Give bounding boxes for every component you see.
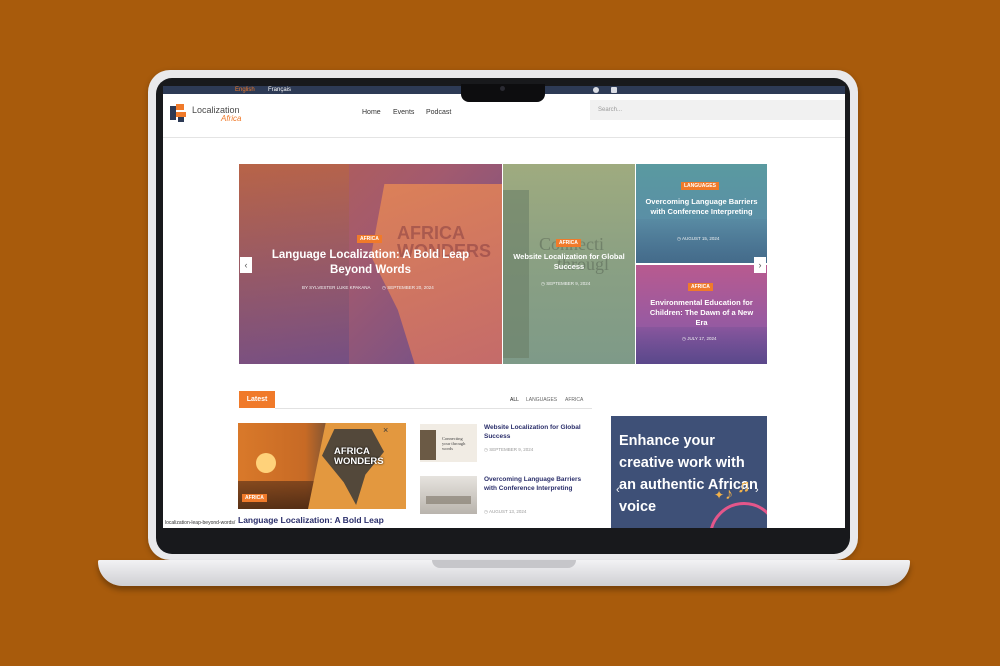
image-text-africa: AFRICA xyxy=(397,223,465,243)
latest-item-date: ◷ SEPTEMBER 9, 2024 xyxy=(484,447,534,452)
category-badge[interactable]: AFRICA xyxy=(357,235,382,243)
latest-featured-image[interactable]: AFRICA WONDERS × AFRICA xyxy=(238,423,406,509)
nav-home[interactable]: Home xyxy=(362,109,381,116)
language-french-link[interactable]: Français xyxy=(268,86,291,94)
facebook-icon[interactable] xyxy=(593,87,599,93)
thumbnail-plant xyxy=(420,430,436,460)
slider-middle-date: ◷ SEPTEMBER 9, 2024 xyxy=(541,281,591,286)
slider-middle-title[interactable]: Website Localization for Global Success xyxy=(513,252,625,272)
children-image xyxy=(636,327,767,364)
close-icon: × xyxy=(383,425,389,435)
middle-card-image xyxy=(503,190,529,358)
conference-table xyxy=(426,496,471,504)
logo-subtext[interactable]: Africa xyxy=(221,114,241,123)
nav-events[interactable]: Events xyxy=(393,109,414,116)
latest-divider xyxy=(275,408,592,409)
thumbnail-text: Connecting your through words xyxy=(442,436,466,451)
instagram-icon[interactable] xyxy=(611,87,617,93)
browser-screen: English Français Localization Africa Hom… xyxy=(163,86,845,528)
music-note-icon: ♪ xyxy=(725,486,733,503)
ad-prev-arrow[interactable]: ‹ xyxy=(616,484,620,496)
sunset-sun xyxy=(256,453,276,473)
slider-right-bottom-card[interactable]: AFRICA Environmental Education for Child… xyxy=(636,265,767,364)
slider-main-author: BY SYLVESTER LUKE KPAKANA xyxy=(302,285,371,290)
latest-item-thumbnail[interactable] xyxy=(420,476,477,514)
category-badge[interactable]: AFRICA xyxy=(556,239,581,247)
ad-banner[interactable]: Enhance your creative work with an authe… xyxy=(611,416,767,528)
ad-next-arrow[interactable]: › xyxy=(755,484,759,496)
slider-right-top-title[interactable]: Overcoming Language Barriers with Confer… xyxy=(644,197,759,217)
search-input[interactable]: Search... xyxy=(590,100,845,120)
category-badge[interactable]: AFRICA xyxy=(242,494,267,502)
status-bar-url: localization-leap-beyond-words/ xyxy=(163,520,238,526)
latest-heading: Latest xyxy=(239,391,275,408)
slider-right-top-date: ◷ AUGUST 15, 2024 xyxy=(677,236,720,241)
camera-icon xyxy=(500,86,505,91)
slider-right-top-card[interactable]: LANGUAGES Overcoming Language Barriers w… xyxy=(636,164,767,263)
latest-item-title[interactable]: Overcoming Language Barriers with Confer… xyxy=(484,476,584,493)
slider-next-arrow[interactable]: › xyxy=(754,257,766,273)
laptop-base-notch xyxy=(432,560,576,568)
filter-africa[interactable]: AFRICA xyxy=(565,397,583,403)
latest-item-date: ◷ AUGUST 13, 2024 xyxy=(484,509,527,514)
filter-all[interactable]: ALL xyxy=(510,397,519,403)
slider-middle-card[interactable]: Connecti througl AFRICA Website Localiza… xyxy=(503,164,635,364)
language-english-link[interactable]: English xyxy=(235,86,255,94)
slider-main-card[interactable]: AFRICA WONDERS AFRICA Language Localizat… xyxy=(239,164,502,364)
slider-prev-arrow[interactable]: ‹ xyxy=(240,257,252,273)
logo-icon[interactable] xyxy=(170,104,188,122)
latest-item-title[interactable]: Website Localization for Global Success xyxy=(484,424,584,441)
latest-item-thumbnail[interactable]: Connecting your through words xyxy=(420,424,477,462)
slider-main-title[interactable]: Language Localization: A Bold Leap Beyon… xyxy=(259,248,482,278)
category-badge[interactable]: AFRICA xyxy=(688,283,713,291)
image-text-wonders: WONDERS xyxy=(334,456,384,467)
sparkle-icon: ✦ xyxy=(714,488,725,502)
slider-main-date: ◷ SEPTEMBER 20, 2024 xyxy=(382,285,434,290)
latest-featured-title[interactable]: Language Localization: A Bold Leap xyxy=(238,515,384,525)
slider-right-bottom-date: ◷ JULY 17, 2024 xyxy=(682,336,717,341)
filter-languages[interactable]: LANGUAGES xyxy=(526,397,557,403)
nav-podcast[interactable]: Podcast xyxy=(426,109,451,116)
slider-right-bottom-title[interactable]: Environmental Education for Children: Th… xyxy=(644,298,759,328)
music-note-icon: ♫ xyxy=(737,476,751,496)
category-badge[interactable]: LANGUAGES xyxy=(681,182,719,190)
